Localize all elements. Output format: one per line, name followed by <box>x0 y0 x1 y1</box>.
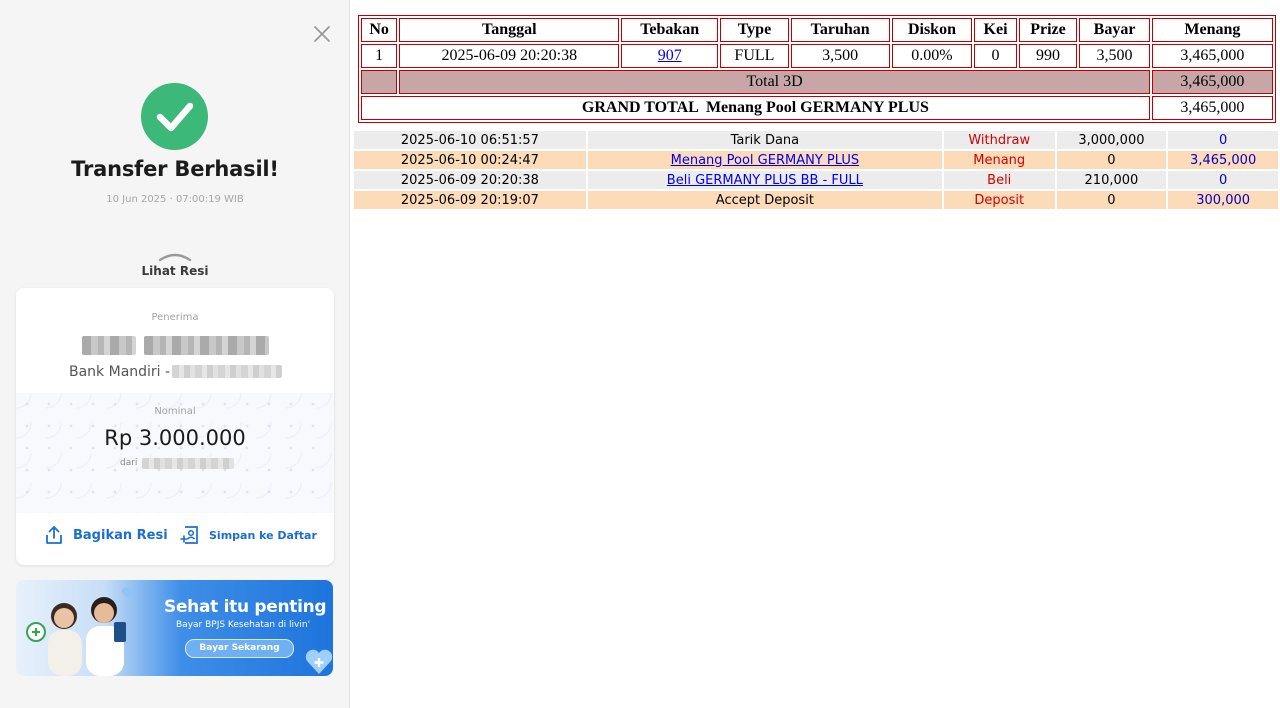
banner-subtitle: Bayar BPJS Kesehatan di livin' <box>176 620 311 630</box>
txn-credit: 0 <box>1168 131 1278 149</box>
total-label: Total 3D <box>399 70 1150 94</box>
transaction-row: 2025-06-10 06:51:57 Tarik Dana Withdraw … <box>354 131 1278 149</box>
bet-date: 2025-06-09 20:20:38 <box>399 44 620 68</box>
account-number-redacted <box>172 365 282 378</box>
transaction-row: 2025-06-09 20:20:38 Beli GERMANY PLUS BB… <box>354 171 1278 189</box>
save-to-list-button[interactable]: Simpan ke Daftar <box>180 525 317 545</box>
txn-type: Menang <box>943 151 1055 169</box>
transaction-row: 2025-06-09 20:19:07 Accept Deposit Depos… <box>354 191 1278 209</box>
contact-add-icon <box>180 526 198 544</box>
check-circle-icon <box>141 83 208 150</box>
bet-header-row: No Tanggal Tebakan Type Taruhan Diskon K… <box>361 18 1273 42</box>
txn-credit: 300,000 <box>1168 191 1278 209</box>
txn-debit: 210,000 <box>1056 171 1167 189</box>
share-receipt-button[interactable]: Bagikan Resi <box>44 525 168 545</box>
promo-banner[interactable]: Sehat itu penting Bayar BPJS Kesehatan d… <box>16 580 333 676</box>
bank-name: Bank Mandiri - <box>69 364 171 380</box>
txn-date: 2025-06-09 20:20:38 <box>354 171 586 189</box>
chevron-up-icon[interactable] <box>158 252 192 262</box>
recipient-name-redacted <box>82 336 136 355</box>
bet-discount: 0.00% <box>891 44 973 68</box>
txn-type: Beli <box>943 171 1055 189</box>
transfer-receipt-panel: Transfer Berhasil! 10 Jun 2025 · 07:00:1… <box>0 0 350 708</box>
bet-no: 1 <box>361 44 398 68</box>
column-header: Prize <box>1018 18 1078 42</box>
transaction-history-table: 2025-06-10 06:51:57 Tarik Dana Withdraw … <box>352 129 1280 211</box>
recipient-name-redacted-2 <box>144 336 269 355</box>
page-title: Transfer Berhasil! <box>71 157 279 181</box>
bet-guess-link[interactable]: 907 <box>658 47 682 64</box>
txn-type: Deposit <box>943 191 1055 209</box>
bet-stake: 3,500 <box>790 44 890 68</box>
recipient-bank: Bank Mandiri - <box>69 364 170 380</box>
txn-debit: 0 <box>1056 151 1167 169</box>
txn-desc: Accept Deposit <box>587 191 942 209</box>
view-receipt-toggle[interactable]: Lihat Resi <box>0 264 350 278</box>
txn-debit: 3,000,000 <box>1056 131 1167 149</box>
bet-win: 3,465,000 <box>1151 44 1273 68</box>
transfer-date: 10 Jun 2025 · 07:00:19 WIB <box>106 194 244 205</box>
sender-account-redacted <box>142 458 234 469</box>
column-header: Taruhan <box>790 18 890 42</box>
heart-plus-icon <box>305 649 333 674</box>
bet-kei: 0 <box>974 44 1017 68</box>
sender-label: dari <box>120 458 138 468</box>
bet-paid: 3,500 <box>1079 44 1150 68</box>
column-header: Tanggal <box>399 18 620 42</box>
grand-total-value: 3,465,000 <box>1151 96 1273 120</box>
grand-total-label: GRAND TOTAL Menang Pool GERMANY PLUS <box>361 96 1150 120</box>
txn-desc: Tarik Dana <box>587 131 942 149</box>
pay-now-button[interactable]: Bayar Sekarang <box>185 639 294 658</box>
amount-caption: Nominal <box>154 406 196 417</box>
grand-total-row: GRAND TOTAL Menang Pool GERMANY PLUS 3,4… <box>361 96 1273 120</box>
share-icon <box>46 526 62 544</box>
total-spacer <box>361 70 398 94</box>
txn-desc: Menang Pool GERMANY PLUS <box>587 151 942 169</box>
txn-date: 2025-06-10 06:51:57 <box>354 131 586 149</box>
bet-prize: 990 <box>1018 44 1078 68</box>
receipt-card: Penerima Bank Mandiri - Nominal Rp 3.000… <box>16 288 334 565</box>
bet-row: 1 2025-06-09 20:20:38 907 FULL 3,500 0.0… <box>361 44 1273 68</box>
bet-type: FULL <box>720 44 789 68</box>
txn-desc-link[interactable]: Menang Pool GERMANY PLUS <box>671 153 860 168</box>
txn-date: 2025-06-10 00:24:47 <box>354 151 586 169</box>
banner-people-illustration <box>26 587 135 676</box>
column-header: Type <box>720 18 789 42</box>
txn-desc: Beli GERMANY PLUS BB - FULL <box>587 171 942 189</box>
bet-guess: 907 <box>621 44 719 68</box>
transaction-row: 2025-06-10 00:24:47 Menang Pool GERMANY … <box>354 151 1278 169</box>
column-header: Tebakan <box>621 18 719 42</box>
txn-credit: 3,465,000 <box>1168 151 1278 169</box>
column-header: Bayar <box>1079 18 1150 42</box>
share-receipt-label: Bagikan Resi <box>73 527 168 543</box>
total-value: 3,465,000 <box>1151 70 1273 94</box>
txn-type: Withdraw <box>943 131 1055 149</box>
transfer-amount: Rp 3.000.000 <box>104 426 246 450</box>
column-header: Menang <box>1151 18 1273 42</box>
close-icon[interactable] <box>310 22 334 46</box>
save-to-list-label: Simpan ke Daftar <box>209 528 317 542</box>
column-header: Diskon <box>891 18 973 42</box>
bet-result-table: No Tanggal Tebakan Type Taruhan Diskon K… <box>358 15 1276 123</box>
txn-debit: 0 <box>1056 191 1167 209</box>
txn-credit: 0 <box>1168 171 1278 189</box>
txn-date: 2025-06-09 20:19:07 <box>354 191 586 209</box>
txn-desc-link[interactable]: Beli GERMANY PLUS BB - FULL <box>667 173 863 188</box>
recipient-caption: Penerima <box>151 312 199 323</box>
total-row: Total 3D 3,465,000 <box>361 70 1273 94</box>
banner-title: Sehat itu penting <box>164 597 327 617</box>
column-header: No <box>361 18 398 42</box>
column-header: Kei <box>974 18 1017 42</box>
